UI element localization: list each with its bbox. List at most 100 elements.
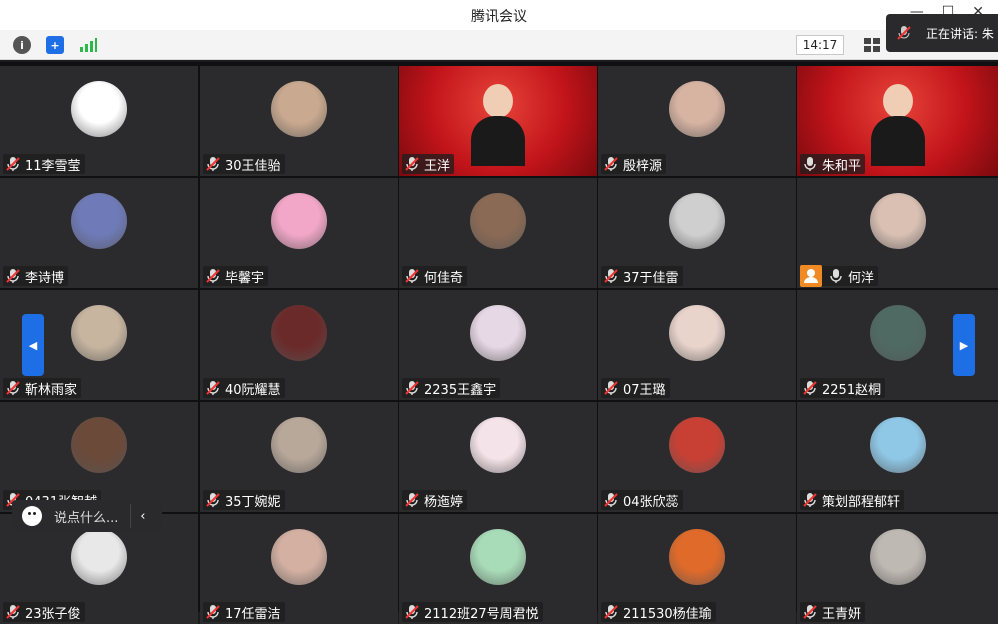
participant-name-bar: 朱和平 [800,154,866,174]
participant-tile[interactable]: 杨迤婷 [399,402,597,512]
participant-tile[interactable]: 策划部程郁轩 [797,402,998,512]
participant-tile[interactable]: 何洋 [797,178,998,288]
mic-muted-icon [205,492,221,508]
title-bar: 腾讯会议 — ☐ ✕ [0,0,998,30]
mic-muted-icon [5,380,21,396]
mic-muted-icon [802,492,818,508]
mic-muted-icon [603,156,619,172]
participant-tile[interactable]: 40阮耀慧 [200,290,398,400]
chevron-right-icon: ▶ [959,338,969,352]
mic-icon [828,268,844,284]
mic-muted-icon [205,268,221,284]
participant-avatar [71,529,127,585]
signal-icon[interactable] [79,36,97,54]
mic-muted-icon [5,268,21,284]
participant-tile[interactable]: 11李雪莹 [0,66,198,176]
participant-tile[interactable]: 30王佳骀 [200,66,398,176]
chat-placeholder[interactable]: 说点什么... [54,507,118,526]
participant-name: 11李雪莹 [25,158,81,174]
speaking-label: 正在讲话: 朱 [926,26,994,41]
participant-tile[interactable]: 毕馨宇 [200,178,398,288]
participant-avatar [71,305,127,361]
participant-name-bar: 07王璐 [601,378,670,398]
next-page-button[interactable]: ▶ [953,314,975,376]
mic-muted-icon [5,156,21,172]
participant-tile[interactable]: 王青妍 [797,514,998,624]
participant-tile[interactable]: 殷梓源 [598,66,796,176]
participant-name: 杨迤婷 [424,494,464,510]
participant-tile[interactable]: 何佳奇 [399,178,597,288]
layout-grid-icon[interactable] [864,38,880,52]
participant-name: 2235王鑫宇 [424,382,497,398]
participant-name-bar: 35丁婉妮 [203,490,285,510]
participant-name-bar: 王洋 [402,154,455,174]
emoji-icon[interactable] [22,506,42,526]
mic-muted-icon [603,380,619,396]
participant-tile[interactable]: 211530杨佳瑜 [598,514,796,624]
participant-name-bar: 毕馨宇 [203,266,269,286]
participant-name-bar: 2235王鑫宇 [402,378,501,398]
mic-muted-icon [205,380,221,396]
participant-avatar [669,417,725,473]
participant-tile[interactable]: 朱和平 [797,66,998,176]
meeting-toolbar: i + 14:17 [0,30,998,60]
participant-name-bar: 30王佳骀 [203,154,285,174]
participant-name-bar: 何洋 [800,265,879,287]
mic-muted-icon [802,380,818,396]
participant-avatar [869,305,926,361]
participant-name: 2112班27号周君悦 [424,606,539,622]
mic-muted-icon [404,268,420,284]
mic-muted-icon [205,156,221,172]
participant-name: 王洋 [424,158,451,174]
collapse-chevron-icon[interactable]: ‹ [130,504,154,528]
participant-tile[interactable]: 07王璐 [598,290,796,400]
participant-tile[interactable]: 李诗博 [0,178,198,288]
participant-name-bar: 2251赵桐 [800,378,886,398]
chat-input-bar[interactable]: 说点什么... ‹ [12,500,162,532]
mic-muted-icon [404,604,420,620]
participant-name-bar: 王青妍 [800,602,866,622]
participant-tile[interactable]: 17任雷洁 [200,514,398,624]
mic-muted-icon [404,380,420,396]
participant-tile[interactable]: 35丁婉妮 [200,402,398,512]
participant-avatar [470,529,526,585]
participant-name: 何洋 [848,270,875,286]
participant-name: 07王璐 [623,382,666,398]
prev-page-button[interactable]: ◀ [22,314,44,376]
participant-name-bar: 2112班27号周君悦 [402,602,543,622]
participant-tile[interactable]: 0431张智越 [0,402,198,512]
participant-name: 40阮耀慧 [225,382,281,398]
participant-name-bar: 211530杨佳瑜 [601,602,716,622]
participant-avatar [669,529,725,585]
mic-muted-icon [802,604,818,620]
participant-name: 靳林雨家 [25,382,78,398]
participant-avatar [869,417,926,473]
participant-avatar [71,417,127,473]
participant-name: 04张欣蕊 [623,494,679,510]
security-shield-icon[interactable]: + [46,36,64,54]
participant-name-bar: 37于佳雷 [601,266,683,286]
participant-tile[interactable]: 04张欣蕊 [598,402,796,512]
participant-tile[interactable]: 王洋 [399,66,597,176]
participant-tile[interactable]: 37于佳雷 [598,178,796,288]
participant-name-bar: 何佳奇 [402,266,468,286]
mic-icon [802,156,818,172]
window-title: 腾讯会议 [471,9,527,25]
participant-name-bar: 23张子俊 [3,602,85,622]
participant-name-bar: 04张欣蕊 [601,490,683,510]
participant-tile[interactable]: 2235王鑫宇 [399,290,597,400]
mic-muted-icon [603,604,619,620]
participant-name-bar: 李诗博 [3,266,69,286]
participant-name-bar: 靳林雨家 [3,378,82,398]
mic-muted-icon [205,604,221,620]
participant-name-bar: 40阮耀慧 [203,378,285,398]
participant-name: 35丁婉妮 [225,494,281,510]
mic-muted-icon [897,26,911,40]
info-icon[interactable]: i [13,36,31,54]
participant-avatar [470,305,526,361]
participant-tile[interactable]: 2112班27号周君悦 [399,514,597,624]
participant-avatar [71,193,127,249]
participant-name: 李诗博 [25,270,65,286]
meeting-clock: 14:17 [796,35,844,55]
host-icon [800,265,822,287]
